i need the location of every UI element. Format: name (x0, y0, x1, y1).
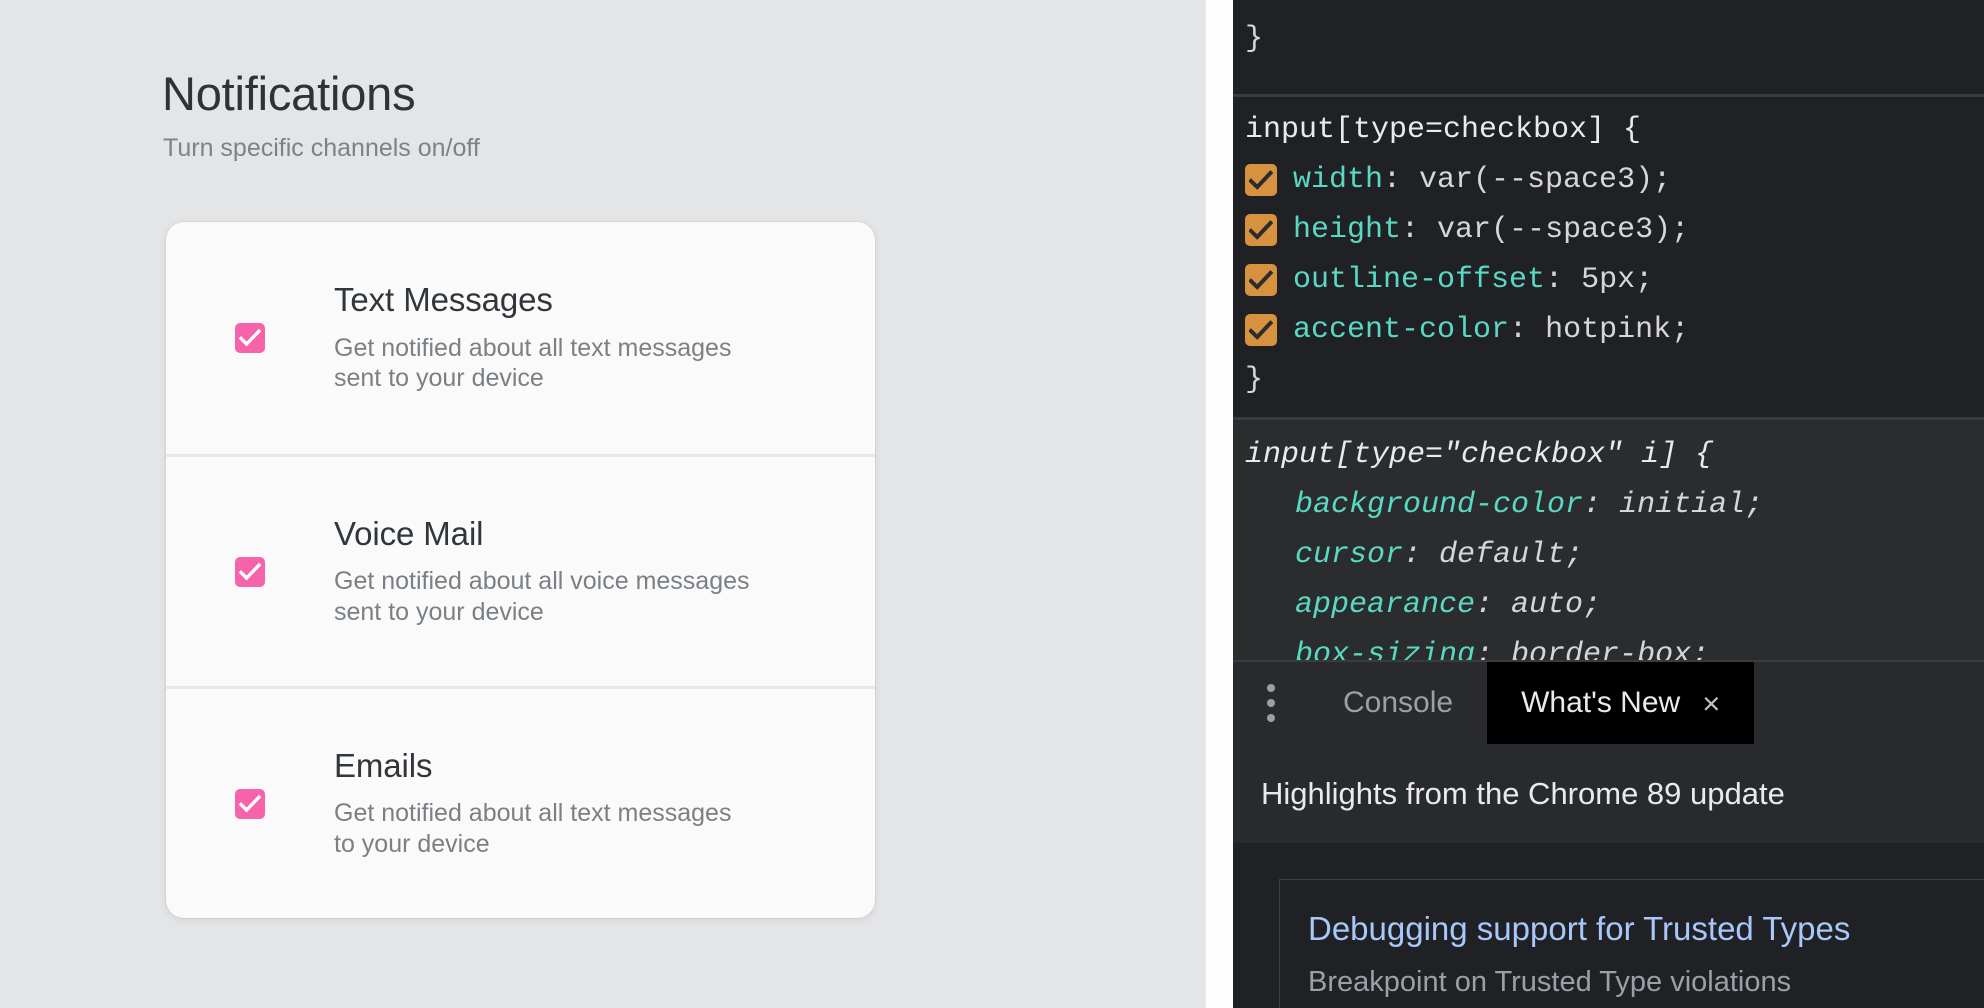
check-icon (239, 794, 261, 814)
list-item-title: Voice Mail (334, 516, 845, 553)
declaration-text[interactable]: accent-color: hotpink; (1233, 305, 1689, 355)
list-item-text: Emails Get notified about all text messa… (334, 748, 875, 860)
list-item-description: Get notified about all text messages sen… (334, 333, 754, 394)
list-item[interactable]: Emails Get notified about all text messa… (166, 686, 875, 918)
css-declaration: outline-offset: 5px; (1233, 255, 1984, 305)
list-item-description: Get notified about all voice messages se… (334, 566, 754, 627)
declaration-enabled-checkbox[interactable] (1245, 214, 1277, 246)
css-property[interactable]: outline-offset (1293, 263, 1545, 297)
css-selector[interactable]: input[type="checkbox" i] { (1233, 430, 1984, 480)
notification-checkbox-voice-mail[interactable] (235, 557, 265, 587)
check-icon (1249, 170, 1273, 191)
list-item-text: Voice Mail Get notified about all voice … (334, 516, 875, 628)
whats-new-item-link[interactable]: Debugging support for Trusted Types (1308, 910, 1984, 948)
screenshot-root: Notifications Turn specific channels on/… (0, 0, 1984, 1008)
whats-new-item-card: Debugging support for Trusted Types Brea… (1279, 879, 1984, 1008)
devtools-panel: } input[type=checkbox] { width: var(--sp… (1233, 0, 1984, 1008)
css-rule-user-agent: input[type="checkbox" i] { background-co… (1233, 420, 1984, 680)
checkbox-cell (166, 557, 334, 587)
dot (1267, 684, 1275, 692)
list-item-description: Get notified about all text messages to … (334, 798, 754, 859)
css-declaration[interactable]: appearance: auto; (1233, 580, 1984, 630)
css-value[interactable]: hotpink; (1545, 313, 1689, 347)
declaration-enabled-checkbox[interactable] (1245, 314, 1277, 346)
css-truncated-line (1233, 0, 1984, 14)
css-declaration: height: var(--space3); (1233, 205, 1984, 255)
css-rule-truncated: } (1233, 0, 1984, 94)
notification-checkbox-emails[interactable] (235, 789, 265, 819)
css-rule-author: input[type=checkbox] { width: var(--spac… (1233, 97, 1984, 417)
rendered-page-viewport: Notifications Turn specific channels on/… (0, 0, 1205, 1008)
list-item-title: Text Messages (334, 282, 845, 319)
css-rule-close-brace[interactable]: } (1233, 14, 1984, 64)
css-rule-spacer (1233, 64, 1984, 94)
declaration-text[interactable]: height: var(--space3); (1233, 205, 1689, 255)
check-icon (239, 328, 261, 348)
devtools-drawer-tabbar: Console What's New × (1233, 660, 1984, 744)
css-value[interactable]: default; (1439, 538, 1583, 572)
kebab-menu-icon[interactable] (1233, 662, 1309, 744)
css-declaration[interactable]: cursor: default; (1233, 530, 1984, 580)
check-icon (1249, 320, 1273, 341)
css-property[interactable]: background-color (1295, 488, 1583, 522)
tab-console[interactable]: Console (1309, 662, 1487, 744)
css-value[interactable]: 5px; (1581, 263, 1653, 297)
css-property[interactable]: appearance (1295, 588, 1475, 622)
css-rule-spacer (1233, 405, 1984, 417)
declaration-enabled-checkbox[interactable] (1245, 264, 1277, 296)
dot (1267, 714, 1275, 722)
css-property[interactable]: accent-color (1293, 313, 1509, 347)
css-property[interactable]: height (1293, 213, 1401, 247)
list-item-title: Emails (334, 748, 845, 785)
tab-label: What's New (1521, 686, 1680, 720)
kebab-dots (1267, 684, 1275, 722)
css-selector[interactable]: input[type=checkbox] { (1233, 105, 1984, 155)
css-declaration[interactable]: background-color: initial; (1233, 480, 1984, 530)
page-subtitle: Turn specific channels on/off (163, 134, 480, 163)
css-declaration: accent-color: hotpink; (1233, 305, 1984, 355)
css-declaration: width: var(--space3); (1233, 155, 1984, 205)
css-property[interactable]: cursor (1295, 538, 1403, 572)
close-icon[interactable]: × (1702, 688, 1720, 719)
css-value[interactable]: var(--space3); (1437, 213, 1689, 247)
notification-list: Text Messages Get notified about all tex… (166, 222, 875, 918)
css-property[interactable]: width (1293, 163, 1383, 197)
tab-label: Console (1343, 686, 1453, 720)
declaration-text[interactable]: outline-offset: 5px; (1233, 255, 1653, 305)
dot (1267, 699, 1275, 707)
whats-new-item-subtitle: Breakpoint on Trusted Type violations (1308, 966, 1984, 999)
notification-checkbox-text-messages[interactable] (235, 323, 265, 353)
list-item[interactable]: Voice Mail Get notified about all voice … (166, 454, 875, 686)
whats-new-panel: Highlights from the Chrome 89 update Deb… (1233, 744, 1984, 1008)
whats-new-heading: Highlights from the Chrome 89 update (1233, 744, 1984, 844)
check-icon (239, 562, 261, 582)
css-value[interactable]: initial; (1619, 488, 1763, 522)
page-title: Notifications (162, 66, 415, 121)
list-item-text: Text Messages Get notified about all tex… (334, 282, 875, 394)
page-scrollbar-track[interactable] (1205, 0, 1233, 1008)
page-content: Notifications Turn specific channels on/… (0, 0, 1205, 1008)
declaration-enabled-checkbox[interactable] (1245, 164, 1277, 196)
css-rule-close-brace[interactable]: } (1233, 355, 1984, 405)
css-value[interactable]: auto; (1511, 588, 1601, 622)
styles-pane: } input[type=checkbox] { width: var(--sp… (1233, 0, 1984, 660)
check-icon (1249, 270, 1273, 291)
whats-new-heading-text: Highlights from the Chrome 89 update (1261, 776, 1785, 812)
css-value[interactable]: var(--space3); (1419, 163, 1671, 197)
declaration-text[interactable]: width: var(--space3); (1233, 155, 1671, 205)
tab-whats-new[interactable]: What's New × (1487, 662, 1754, 744)
check-icon (1249, 220, 1273, 241)
checkbox-cell (166, 789, 334, 819)
checkbox-cell (166, 323, 334, 353)
list-item[interactable]: Text Messages Get notified about all tex… (166, 222, 875, 454)
